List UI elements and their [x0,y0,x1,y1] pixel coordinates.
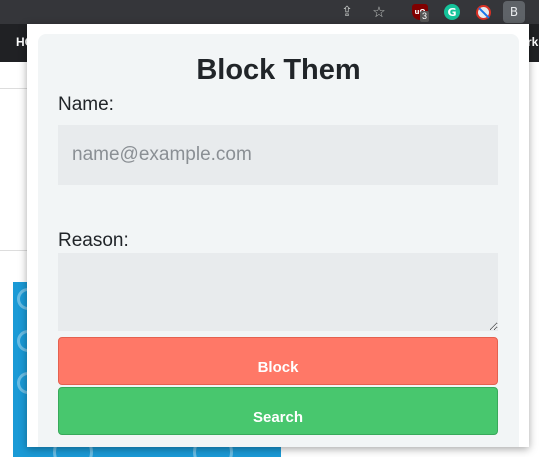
block-them-extension-button[interactable]: B [503,1,525,23]
extension-popup: Block Them Name: Reason: Block Search [27,24,529,447]
popup-title: Block Them [196,54,361,86]
browser-toolbar: ⇪ ☆ uO 3 G B [0,0,539,24]
reason-textarea[interactable] [58,253,498,331]
block-them-icon: B [509,5,519,19]
name-input[interactable] [58,125,498,185]
grammarly-icon: G [444,4,460,20]
blocker-extension-button[interactable] [473,2,493,22]
page-divider [0,88,30,89]
share-icon[interactable]: ⇪ [337,2,357,22]
grammarly-extension-button[interactable]: G [442,2,462,22]
reason-label: Reason: [58,230,129,251]
search-button[interactable]: Search [58,387,498,435]
no-entry-icon [475,4,491,20]
search-button-label: Search [252,409,304,426]
block-button[interactable]: Block [58,337,498,385]
ublock-count-badge: 3 [420,11,430,22]
block-button-label: Block [257,359,299,376]
popup-panel: Block Them Name: Reason: Block Search [38,34,519,447]
name-label: Name: [58,94,114,115]
bookmark-star-icon[interactable]: ☆ [369,2,389,22]
page-divider [0,250,30,251]
ublock-extension-button[interactable]: uO 3 [410,2,430,22]
